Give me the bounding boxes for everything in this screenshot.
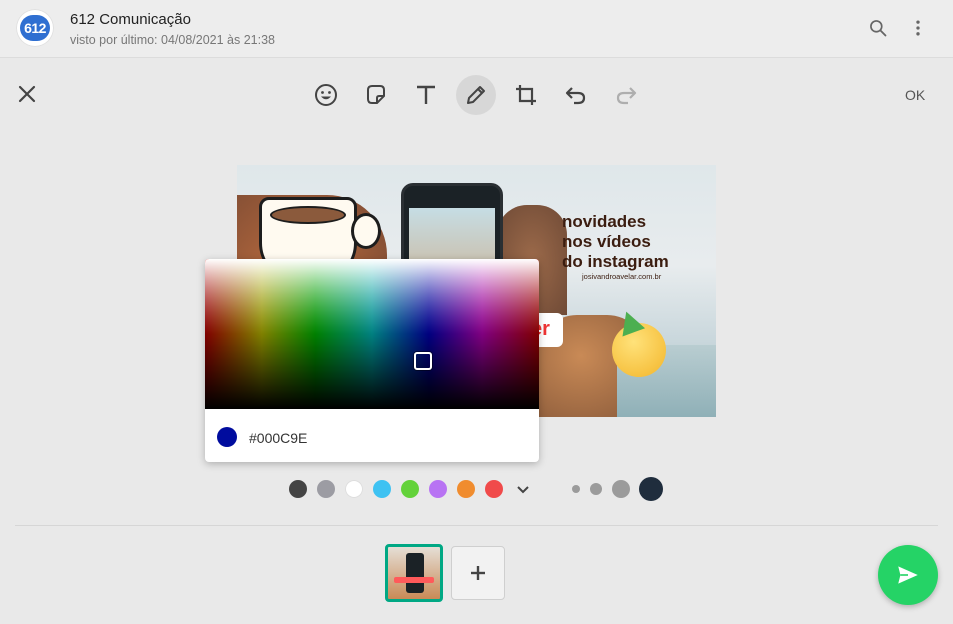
brush-size-s[interactable] <box>590 483 602 495</box>
text-icon[interactable] <box>406 75 446 115</box>
color-spectrum[interactable] <box>205 259 539 409</box>
undo-icon[interactable] <box>556 75 596 115</box>
send-icon <box>898 566 918 584</box>
emoji-icon[interactable] <box>306 75 346 115</box>
search-icon[interactable] <box>866 16 890 40</box>
send-button[interactable] <box>878 545 938 605</box>
color-swatch-blue[interactable] <box>373 480 391 498</box>
contact-name[interactable]: 612 Comunicação <box>70 11 191 28</box>
headline-text: novidades nos vídeos do instagram <box>562 212 669 271</box>
plus-icon <box>471 566 485 580</box>
color-picker-popup: #000C9E <box>205 259 539 462</box>
menu-icon[interactable] <box>906 16 930 40</box>
cup-handle <box>351 213 381 249</box>
color-swatch-orange[interactable] <box>457 480 475 498</box>
pencil-icon[interactable] <box>456 75 496 115</box>
last-seen-status: visto por último: 04/08/2021 às 21:38 <box>70 33 275 47</box>
avatar[interactable]: 612 <box>16 9 54 47</box>
avatar-logo: 612 <box>20 15 50 41</box>
add-media-button[interactable] <box>451 546 505 600</box>
crop-icon[interactable] <box>506 75 546 115</box>
color-swatch-purple[interactable] <box>429 480 447 498</box>
chat-header: 612 612 Comunicação visto por último: 04… <box>0 0 953 58</box>
color-swatch-green[interactable] <box>401 480 419 498</box>
party-emoji-icon <box>612 307 666 377</box>
brush-size-l[interactable] <box>639 477 663 501</box>
redo-icon[interactable] <box>606 75 646 115</box>
color-swatch-white[interactable] <box>345 480 363 498</box>
ok-button[interactable]: OK <box>905 87 925 103</box>
divider <box>15 525 938 526</box>
color-swatch-red[interactable] <box>485 480 503 498</box>
color-selector-handle[interactable] <box>414 352 432 370</box>
color-swatch-dark-gray[interactable] <box>289 480 307 498</box>
sticker-icon[interactable] <box>356 75 396 115</box>
close-icon[interactable] <box>14 81 40 107</box>
media-thumbnail[interactable] <box>385 544 443 602</box>
brush-size-m[interactable] <box>612 480 630 498</box>
brush-size-xs[interactable] <box>572 485 580 493</box>
site-text: josivandroavelar.com.br <box>582 272 662 281</box>
current-color-swatch <box>217 427 237 447</box>
hex-value[interactable]: #000C9E <box>249 430 307 446</box>
color-swatch-gray[interactable] <box>317 480 335 498</box>
chevron-down-icon[interactable] <box>514 481 532 499</box>
